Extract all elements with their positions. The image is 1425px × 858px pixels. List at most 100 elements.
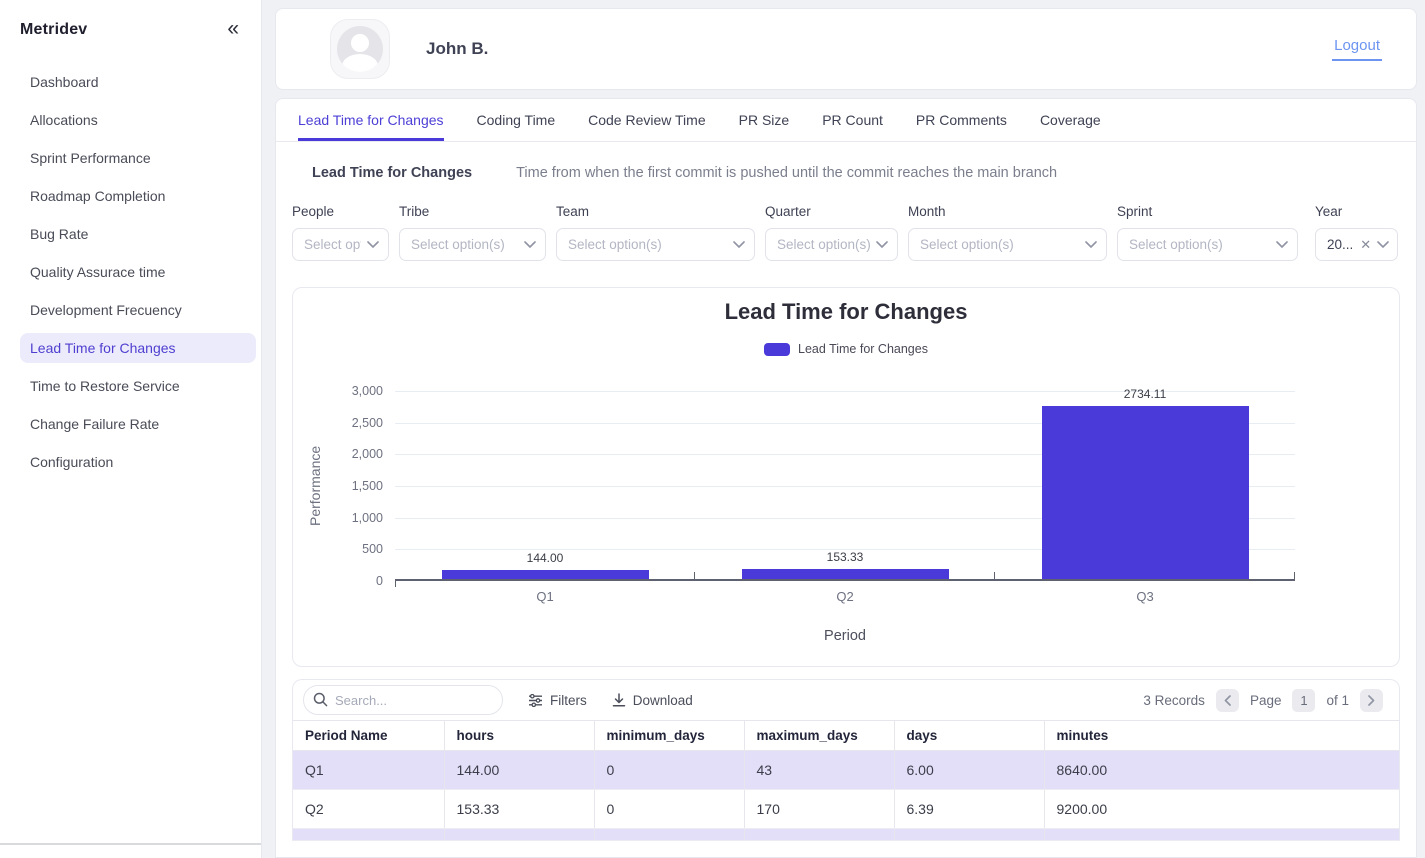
y-tick-labels: 05001,0001,5002,0002,5003,000 xyxy=(293,391,383,581)
filter-quarter: Quarter Select option(s) xyxy=(765,204,898,261)
records-count: 3 Records xyxy=(1143,693,1205,708)
people-select[interactable]: Select option(s) xyxy=(292,228,389,261)
section-description: Time from when the first commit is pushe… xyxy=(516,165,1057,181)
tab-bar: Lead Time for Changes Coding Time Code R… xyxy=(276,99,1416,142)
sidebar-item-bug-rate[interactable]: Bug Rate xyxy=(20,219,256,249)
sidebar-item-sprint-performance[interactable]: Sprint Performance xyxy=(20,143,256,173)
sidebar-item-lead-time-for-changes[interactable]: Lead Time for Changes xyxy=(20,333,256,363)
content-card: Lead Time for Changes Coding Time Code R… xyxy=(275,98,1417,858)
page-of-label: of 1 xyxy=(1326,693,1349,708)
bar-q3[interactable] xyxy=(1042,406,1249,579)
sidebar-item-development-frequency[interactable]: Development Frecuency xyxy=(20,295,256,325)
table-row[interactable]: Q2 153.33 0 170 6.39 9200.00 xyxy=(293,790,1399,829)
tab-coverage[interactable]: Coverage xyxy=(1040,99,1101,141)
chevron-left-icon xyxy=(1224,695,1231,706)
download-icon xyxy=(612,693,626,707)
clear-year-icon[interactable]: ✕ xyxy=(1360,238,1371,251)
table-header-row: Period Name hours minimum_days maximum_d… xyxy=(293,721,1399,751)
chevron-right-icon xyxy=(1368,695,1375,706)
sidebar-item-roadmap-completion[interactable]: Roadmap Completion xyxy=(20,181,256,211)
avatar xyxy=(330,19,390,79)
chart-legend[interactable]: Lead Time for Changes xyxy=(293,340,1399,358)
chevron-down-icon xyxy=(733,241,745,249)
sidebar: Metridev « Dashboard Allocations Sprint … xyxy=(0,0,262,858)
legend-label: Lead Time for Changes xyxy=(798,342,928,356)
tribe-select[interactable]: Select option(s) xyxy=(399,228,546,261)
section-header: Lead Time for Changes Time from when the… xyxy=(312,165,1416,181)
chevron-down-icon xyxy=(1377,241,1389,249)
chart-plot: 144.00Q1153.33Q22734.11Q3 xyxy=(395,391,1295,581)
page-label: Page xyxy=(1250,693,1282,708)
avatar-placeholder-icon xyxy=(337,26,383,72)
filters-row: People Select option(s) Tribe Select opt… xyxy=(292,204,1416,261)
pagination: 3 Records Page 1 of 1 xyxy=(1143,689,1383,712)
sidebar-item-dashboard[interactable]: Dashboard xyxy=(20,67,256,97)
filter-team: Team Select option(s) xyxy=(556,204,755,261)
user-name: John B. xyxy=(426,39,488,59)
tab-pr-comments[interactable]: PR Comments xyxy=(916,99,1007,141)
bar-value-label: 153.33 xyxy=(695,550,995,564)
prev-page-button[interactable] xyxy=(1216,689,1239,712)
sidebar-item-allocations[interactable]: Allocations xyxy=(20,105,256,135)
sidebar-item-time-to-restore-service[interactable]: Time to Restore Service xyxy=(20,371,256,401)
legend-swatch xyxy=(764,343,790,356)
search-wrap xyxy=(303,685,503,715)
page-input[interactable]: 1 xyxy=(1292,689,1315,712)
chevron-down-icon xyxy=(524,241,536,249)
filter-people: People Select option(s) xyxy=(292,204,389,261)
x-category-label: Q3 xyxy=(995,589,1295,604)
col-header-period-name: Period Name xyxy=(293,721,444,751)
chart-card: Lead Time for Changes Lead Time for Chan… xyxy=(292,287,1400,667)
filter-tribe: Tribe Select option(s) xyxy=(399,204,546,261)
bar-value-label: 144.00 xyxy=(395,551,695,565)
search-input[interactable] xyxy=(303,685,503,715)
year-select[interactable]: 20... ✕ xyxy=(1315,228,1398,261)
section-title: Lead Time for Changes xyxy=(312,165,472,181)
sidebar-nav: Dashboard Allocations Sprint Performance… xyxy=(30,67,245,477)
bar-q1[interactable] xyxy=(442,570,649,579)
data-table: Period Name hours minimum_days maximum_d… xyxy=(293,720,1399,841)
month-select[interactable]: Select option(s) xyxy=(908,228,1107,261)
tab-pr-size[interactable]: PR Size xyxy=(739,99,790,141)
x-category-label: Q2 xyxy=(695,589,995,604)
chevron-down-icon xyxy=(1085,241,1097,249)
header-card: John B. Logout xyxy=(275,8,1417,90)
filters-button[interactable]: Filters xyxy=(528,693,587,708)
filter-sprint: Sprint Select option(s) xyxy=(1117,204,1298,261)
brand-logo: Metridev xyxy=(20,21,87,39)
col-header-minimum-days: minimum_days xyxy=(594,721,744,751)
quarter-select[interactable]: Select option(s) xyxy=(765,228,898,261)
x-category-label: Q1 xyxy=(395,589,695,604)
next-page-button[interactable] xyxy=(1360,689,1383,712)
table-row-partial[interactable] xyxy=(293,829,1399,841)
tab-pr-count[interactable]: PR Count xyxy=(822,99,883,141)
col-header-days: days xyxy=(894,721,1044,751)
sidebar-divider xyxy=(0,843,261,845)
tab-lead-time-for-changes[interactable]: Lead Time for Changes xyxy=(298,99,444,141)
download-button[interactable]: Download xyxy=(612,693,693,708)
sidebar-item-configuration[interactable]: Configuration xyxy=(20,447,256,477)
chevron-down-icon xyxy=(1276,241,1288,249)
col-header-maximum-days: maximum_days xyxy=(744,721,894,751)
tab-code-review-time[interactable]: Code Review Time xyxy=(588,99,706,141)
search-icon xyxy=(313,692,328,707)
bar-q2[interactable] xyxy=(742,569,949,579)
sidebar-item-change-failure-rate[interactable]: Change Failure Rate xyxy=(20,409,256,439)
sprint-select[interactable]: Select option(s) xyxy=(1117,228,1298,261)
team-select[interactable]: Select option(s) xyxy=(556,228,755,261)
sidebar-item-quality-assurance-time[interactable]: Quality Assurace time xyxy=(20,257,256,287)
chevron-down-icon xyxy=(367,241,379,249)
chevron-down-icon xyxy=(876,241,888,249)
col-header-minutes: minutes xyxy=(1044,721,1399,751)
col-header-hours: hours xyxy=(444,721,594,751)
filter-sliders-icon xyxy=(528,694,543,707)
table-toolbar: Filters Download 3 Records Page 1 of 1 xyxy=(293,680,1399,720)
main-area: John B. Logout Lead Time for Changes Cod… xyxy=(262,0,1425,858)
app-root: Metridev « Dashboard Allocations Sprint … xyxy=(0,0,1425,858)
x-axis-title: Period xyxy=(395,628,1295,644)
tab-coding-time[interactable]: Coding Time xyxy=(477,99,556,141)
chart-canvas: Performance 05001,0001,5002,0002,5003,00… xyxy=(293,391,1399,651)
logout-link[interactable]: Logout xyxy=(1332,37,1382,61)
collapse-sidebar-icon[interactable]: « xyxy=(227,18,239,39)
table-row[interactable]: Q1 144.00 0 43 6.00 8640.00 xyxy=(293,751,1399,790)
